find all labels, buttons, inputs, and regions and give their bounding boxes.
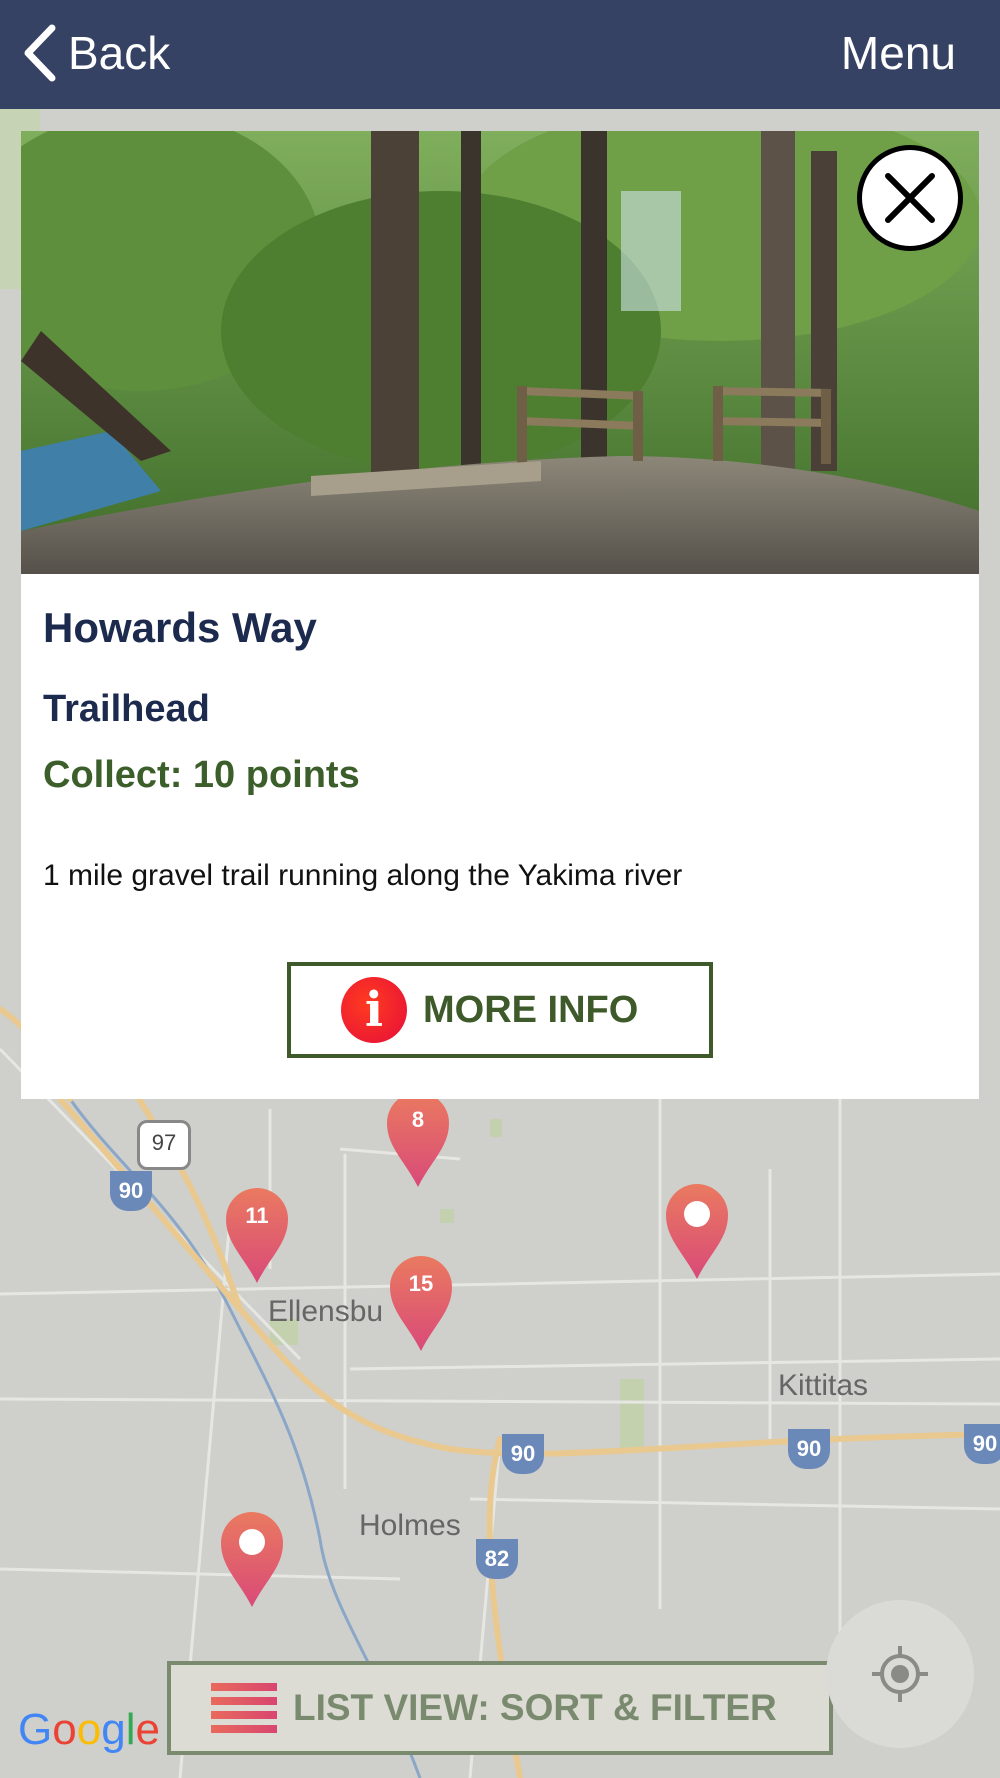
- map-pin-number: 11: [245, 1203, 269, 1228]
- map-pin[interactable]: [219, 1509, 285, 1609]
- list-view-button[interactable]: LIST VIEW: SORT & FILTER: [167, 1661, 833, 1755]
- interstate-90-shield: 90: [502, 1434, 544, 1474]
- interstate-90-shield: 90: [788, 1429, 830, 1469]
- location-title: Howards Way: [43, 604, 317, 651]
- more-info-label: MORE INFO: [423, 988, 639, 1031]
- location-category: Trailhead: [43, 688, 210, 730]
- points-label: Collect: 10 points: [43, 754, 360, 796]
- locate-me-button[interactable]: [826, 1600, 974, 1748]
- location-card: Howards Way Trailhead Collect: 10 points…: [21, 131, 979, 1099]
- map-pin-icon: [390, 1256, 452, 1351]
- chevron-left-icon: [24, 24, 56, 82]
- back-button[interactable]: Back: [22, 18, 170, 88]
- menu-button[interactable]: Menu: [841, 18, 956, 88]
- map-pin[interactable]: 11: [224, 1185, 290, 1285]
- back-label: Back: [68, 27, 171, 79]
- top-nav-bar: Back Menu: [0, 0, 1000, 109]
- map-label-holmes: Holmes: [359, 1509, 461, 1542]
- interstate-90-shield: 90: [964, 1424, 1000, 1464]
- interstate-90-shield: 90: [110, 1171, 152, 1211]
- close-icon: [885, 173, 935, 223]
- map-pin[interactable]: 8: [385, 1089, 451, 1189]
- crosshair-icon: [872, 1646, 928, 1702]
- route-97-shield: 97: [137, 1120, 191, 1170]
- close-button[interactable]: [857, 145, 963, 251]
- map-pin[interactable]: [664, 1181, 730, 1281]
- map-pin-icon: [387, 1092, 449, 1187]
- list-view-label: LIST VIEW: SORT & FILTER: [293, 1687, 777, 1728]
- map-pin-number: 8: [411, 1107, 425, 1132]
- trail-photo: [21, 131, 979, 574]
- interstate-82-shield: 82: [476, 1539, 518, 1579]
- google-logo: Google: [18, 1705, 160, 1754]
- info-icon: i: [341, 977, 407, 1043]
- map-pin-icon: [221, 1512, 283, 1607]
- map-pin-icon: [666, 1184, 728, 1279]
- location-description: 1 mile gravel trail running along the Ya…: [43, 859, 683, 892]
- list-icon: [211, 1683, 277, 1733]
- more-info-button[interactable]: i MORE INFO: [287, 962, 713, 1058]
- map-pin-number: 15: [408, 1271, 434, 1296]
- map-label-kittitas: Kittitas: [778, 1369, 869, 1402]
- map-pin[interactable]: 15: [388, 1253, 454, 1353]
- map-pin-icon: [226, 1188, 288, 1283]
- map-label-ellensburg: Ellensbu: [268, 1295, 384, 1328]
